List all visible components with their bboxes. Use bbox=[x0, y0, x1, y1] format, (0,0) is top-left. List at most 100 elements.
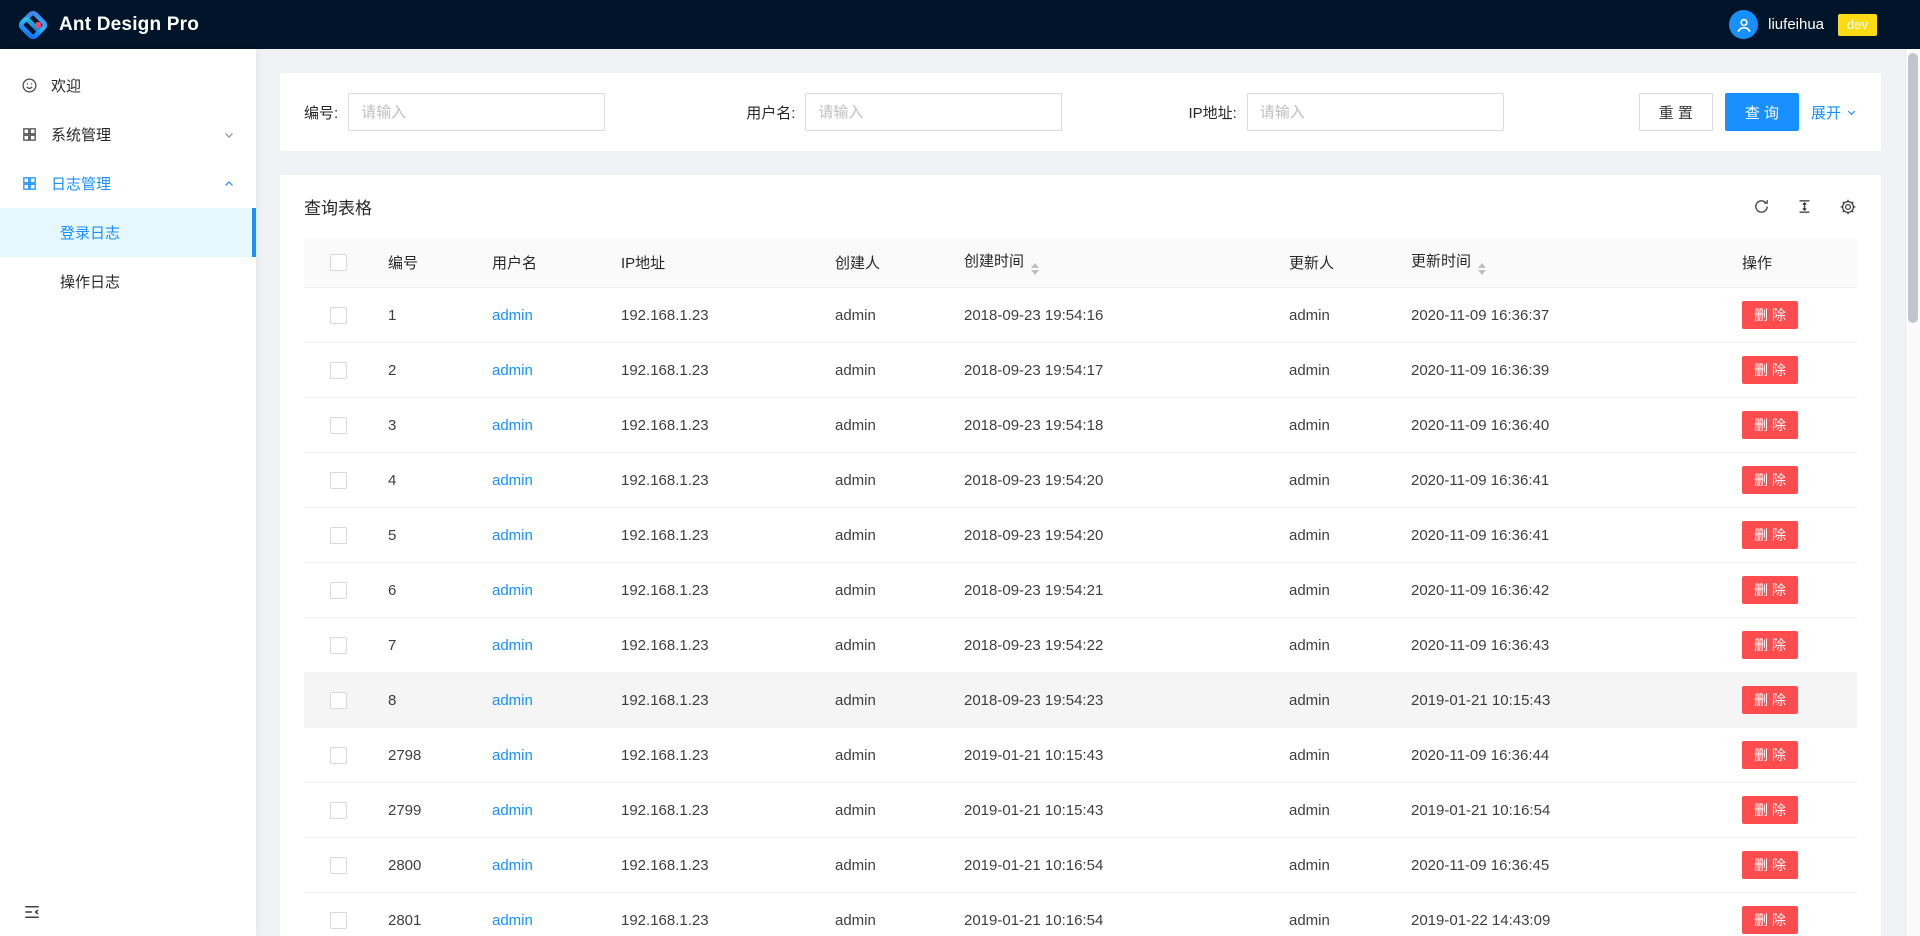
select-all-checkbox[interactable] bbox=[330, 254, 347, 271]
cell-creator: admin bbox=[827, 673, 956, 728]
username-link[interactable]: admin bbox=[492, 527, 533, 544]
query-button[interactable]: 查 询 bbox=[1725, 93, 1799, 131]
column-header-created-time[interactable]: 创建时间 bbox=[956, 238, 1281, 288]
sidebar-item-label: 欢迎 bbox=[51, 75, 81, 96]
username-link[interactable]: admin bbox=[492, 637, 533, 654]
cell-updated-time: 2020-11-09 16:36:45 bbox=[1403, 838, 1734, 893]
cell-ip: 192.168.1.23 bbox=[613, 838, 827, 893]
cell-updater: admin bbox=[1281, 783, 1403, 838]
row-checkbox[interactable] bbox=[330, 362, 347, 379]
row-checkbox[interactable] bbox=[330, 692, 347, 709]
app-title: Ant Design Pro bbox=[59, 14, 199, 36]
cell-id: 2799 bbox=[380, 783, 484, 838]
row-checkbox[interactable] bbox=[330, 307, 347, 324]
ip-input[interactable] bbox=[1247, 93, 1504, 131]
vertical-scrollbar bbox=[1905, 49, 1920, 936]
form-item-ip: IP地址: bbox=[1188, 93, 1630, 131]
cell-updater: admin bbox=[1281, 508, 1403, 563]
sidebar-item-welcome[interactable]: 欢迎 bbox=[0, 61, 256, 110]
delete-button[interactable]: 删 除 bbox=[1742, 576, 1798, 604]
table-row: 6admin192.168.1.23admin2018-09-23 19:54:… bbox=[304, 563, 1857, 618]
delete-button[interactable]: 删 除 bbox=[1742, 741, 1798, 769]
cell-creator: admin bbox=[827, 618, 956, 673]
id-input[interactable] bbox=[348, 93, 605, 131]
username-link[interactable]: admin bbox=[492, 857, 533, 874]
username-link[interactable]: admin bbox=[492, 307, 533, 324]
search-form-card: 编号: 用户名: IP地址: 重 置 查 询 展开 bbox=[280, 73, 1881, 151]
cell-created-time: 2018-09-23 19:54:20 bbox=[956, 453, 1281, 508]
cell-updater: admin bbox=[1281, 453, 1403, 508]
username-link[interactable]: admin bbox=[492, 692, 533, 709]
env-badge: dev bbox=[1838, 14, 1877, 36]
table-toolbar: 查询表格 bbox=[280, 175, 1881, 238]
sidebar-collapse-trigger[interactable] bbox=[0, 887, 256, 936]
row-checkbox[interactable] bbox=[330, 637, 347, 654]
table-title: 查询表格 bbox=[304, 194, 372, 219]
username-link[interactable]: admin bbox=[492, 747, 533, 764]
density-icon[interactable] bbox=[1796, 198, 1813, 215]
id-field-label: 编号: bbox=[304, 102, 338, 123]
username-input[interactable] bbox=[805, 93, 1062, 131]
row-checkbox[interactable] bbox=[330, 417, 347, 434]
username-field-label: 用户名: bbox=[746, 102, 795, 123]
delete-button[interactable]: 删 除 bbox=[1742, 356, 1798, 384]
delete-button[interactable]: 删 除 bbox=[1742, 851, 1798, 879]
reset-button[interactable]: 重 置 bbox=[1639, 93, 1713, 131]
delete-button[interactable]: 删 除 bbox=[1742, 521, 1798, 549]
settings-gear-icon[interactable] bbox=[1839, 198, 1857, 216]
row-checkbox[interactable] bbox=[330, 472, 347, 489]
username-link[interactable]: admin bbox=[492, 417, 533, 434]
sorter-icon[interactable] bbox=[1031, 263, 1039, 275]
cell-id: 7 bbox=[380, 618, 484, 673]
row-checkbox[interactable] bbox=[330, 527, 347, 544]
cell-updated-time: 2019-01-21 10:16:54 bbox=[1403, 783, 1734, 838]
reload-icon[interactable] bbox=[1753, 198, 1770, 215]
sidebar-item-system-management[interactable]: 系统管理 bbox=[0, 110, 256, 159]
scrollbar-thumb[interactable] bbox=[1908, 53, 1918, 323]
row-checkbox[interactable] bbox=[330, 912, 347, 929]
cell-ip: 192.168.1.23 bbox=[613, 343, 827, 398]
username-link[interactable]: admin bbox=[492, 802, 533, 819]
row-checkbox[interactable] bbox=[330, 747, 347, 764]
sidebar-item-login-log[interactable]: 登录日志 bbox=[0, 208, 256, 257]
row-checkbox[interactable] bbox=[330, 802, 347, 819]
delete-button[interactable]: 删 除 bbox=[1742, 796, 1798, 824]
user-menu[interactable]: liufeihua dev bbox=[1729, 10, 1877, 39]
delete-button[interactable]: 删 除 bbox=[1742, 906, 1798, 934]
cell-updated-time: 2020-11-09 16:36:41 bbox=[1403, 453, 1734, 508]
expand-button[interactable]: 展开 bbox=[1811, 102, 1857, 123]
cell-creator: admin bbox=[827, 343, 956, 398]
delete-button[interactable]: 删 除 bbox=[1742, 301, 1798, 329]
cell-updated-time: 2020-11-09 16:36:37 bbox=[1403, 288, 1734, 343]
smile-icon bbox=[21, 77, 38, 94]
table-row: 7admin192.168.1.23admin2018-09-23 19:54:… bbox=[304, 618, 1857, 673]
cell-ip: 192.168.1.23 bbox=[613, 398, 827, 453]
cell-ip: 192.168.1.23 bbox=[613, 673, 827, 728]
cell-created-time: 2019-01-21 10:16:54 bbox=[956, 893, 1281, 936]
cell-ip: 192.168.1.23 bbox=[613, 508, 827, 563]
row-checkbox[interactable] bbox=[330, 582, 347, 599]
delete-button[interactable]: 删 除 bbox=[1742, 411, 1798, 439]
sorter-icon[interactable] bbox=[1478, 263, 1486, 275]
delete-button[interactable]: 删 除 bbox=[1742, 686, 1798, 714]
username-link[interactable]: admin bbox=[492, 912, 533, 929]
sidebar-item-log-management[interactable]: 日志管理 bbox=[0, 159, 256, 208]
column-header-creator: 创建人 bbox=[827, 238, 956, 288]
table-row: 8admin192.168.1.23admin2018-09-23 19:54:… bbox=[304, 673, 1857, 728]
column-header-updated-time[interactable]: 更新时间 bbox=[1403, 238, 1734, 288]
delete-button[interactable]: 删 除 bbox=[1742, 631, 1798, 659]
sidebar-item-label: 日志管理 bbox=[51, 173, 111, 194]
top-header: Ant Design Pro liufeihua dev bbox=[0, 0, 1920, 49]
user-avatar[interactable] bbox=[1729, 10, 1758, 39]
sidebar-item-label: 系统管理 bbox=[51, 124, 111, 145]
row-checkbox[interactable] bbox=[330, 857, 347, 874]
username-link[interactable]: admin bbox=[492, 472, 533, 489]
cell-updated-time: 2020-11-09 16:36:42 bbox=[1403, 563, 1734, 618]
table-row: 3admin192.168.1.23admin2018-09-23 19:54:… bbox=[304, 398, 1857, 453]
chevron-down-icon bbox=[223, 129, 235, 141]
delete-button[interactable]: 删 除 bbox=[1742, 466, 1798, 494]
sidebar-item-operation-log[interactable]: 操作日志 bbox=[0, 257, 256, 306]
username-link[interactable]: admin bbox=[492, 582, 533, 599]
username-link[interactable]: admin bbox=[492, 362, 533, 379]
cell-updater: admin bbox=[1281, 838, 1403, 893]
